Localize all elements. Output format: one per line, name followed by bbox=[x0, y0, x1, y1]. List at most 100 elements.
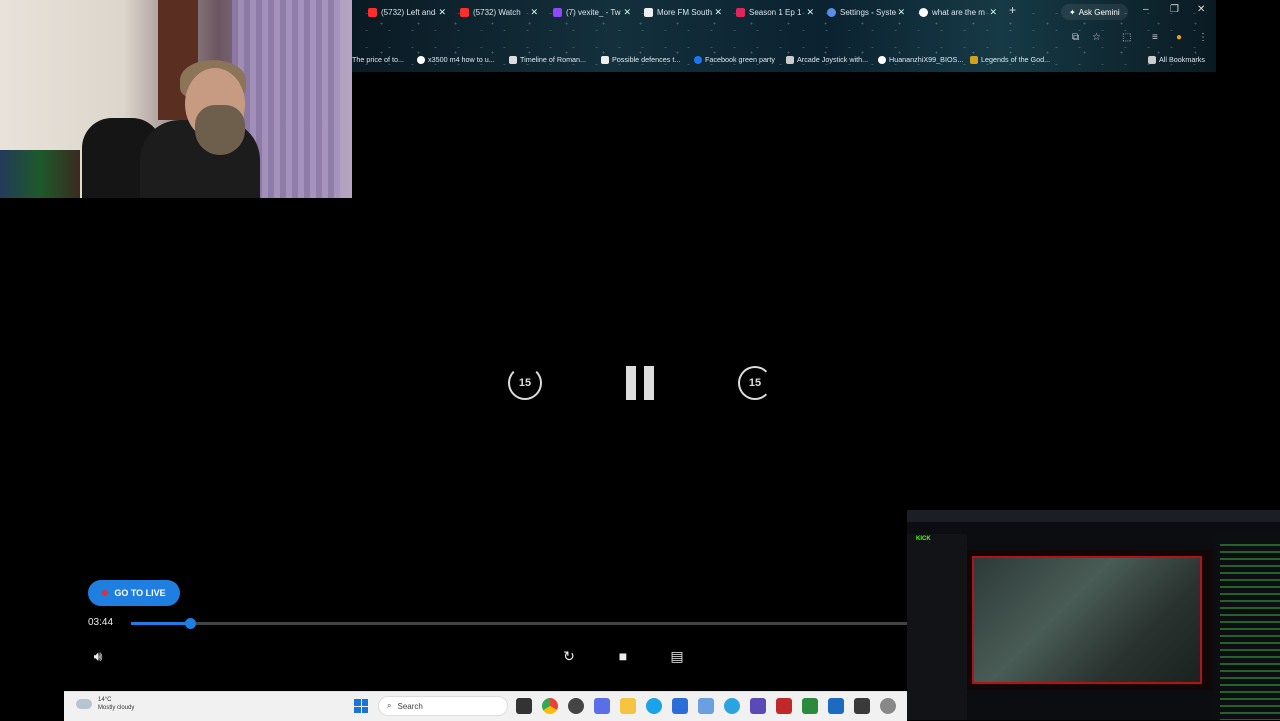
tab-1[interactable]: (5732) Left and ✕ bbox=[368, 4, 446, 20]
play-icon bbox=[736, 7, 745, 17]
extensions-icon[interactable]: ⬚ bbox=[1122, 32, 1131, 43]
replay-icon: ↻ bbox=[563, 647, 575, 664]
task-view-icon[interactable] bbox=[516, 698, 532, 714]
new-tab-button[interactable]: + bbox=[1009, 3, 1016, 17]
youtube-icon bbox=[368, 7, 377, 17]
cl-icon bbox=[601, 55, 609, 64]
subtitles-button[interactable]: ▤ bbox=[667, 647, 687, 665]
seek-bar[interactable] bbox=[131, 618, 907, 629]
bookmark-2[interactable]: x3500 m4 how to u... bbox=[417, 55, 495, 64]
folder-icon bbox=[1148, 55, 1156, 64]
app-icon[interactable] bbox=[568, 698, 584, 714]
volume-button[interactable]: 🔊︎ bbox=[88, 647, 108, 665]
seek-bar-fill bbox=[131, 622, 190, 625]
skip-forward-icon: 15 bbox=[738, 366, 772, 400]
app-icon[interactable] bbox=[698, 698, 714, 714]
app-icon[interactable] bbox=[802, 698, 818, 714]
tab-strip: (5732) Left and ✕ (5732) Watch ✕ (7) vexit… bbox=[352, 0, 1216, 24]
install-app-icon[interactable]: ⧉ bbox=[1072, 32, 1079, 43]
tab-6[interactable]: Settings - Syste ✕ bbox=[827, 4, 905, 20]
joystick-icon bbox=[786, 55, 794, 64]
all-bookmarks[interactable]: All Bookmarks bbox=[1148, 55, 1205, 64]
tab-5[interactable]: Season 1 Ep 1 ✕ bbox=[736, 4, 814, 20]
skip-forward-button[interactable]: 15 bbox=[738, 366, 772, 400]
app-icon[interactable] bbox=[750, 698, 766, 714]
close-tab-icon[interactable]: ✕ bbox=[806, 7, 814, 18]
facebook-icon bbox=[694, 55, 702, 64]
tab-7[interactable]: what are the m ✕ bbox=[919, 4, 997, 20]
github-icon bbox=[878, 55, 886, 64]
tab-4[interactable]: More FM South ✕ bbox=[644, 4, 722, 20]
webcam-clutter bbox=[0, 150, 80, 198]
tab-3[interactable]: (7) vexite_ - Tw ✕ bbox=[553, 4, 631, 20]
telegram-icon[interactable] bbox=[724, 698, 740, 714]
go-to-live-button[interactable]: GO TO LIVE bbox=[88, 580, 180, 606]
address-bar[interactable]: ⧉ ☆ ⬚ ≡ ● ⋮ bbox=[352, 26, 1216, 48]
pause-icon bbox=[626, 366, 654, 400]
close-tab-icon[interactable]: ✕ bbox=[989, 7, 997, 18]
app-icon[interactable] bbox=[776, 698, 792, 714]
pip-site-logo: KICK bbox=[916, 536, 931, 542]
close-tab-icon[interactable]: ✕ bbox=[714, 7, 722, 18]
taskbar-search[interactable]: ⌕ Search bbox=[378, 696, 508, 716]
app-icon[interactable] bbox=[828, 698, 844, 714]
picture-in-picture-window[interactable]: KICK bbox=[907, 510, 1280, 720]
wikipedia-icon bbox=[509, 55, 517, 64]
bookmark-4[interactable]: Possible defences t... bbox=[601, 55, 680, 64]
browser-chrome: (5732) Left and ✕ (5732) Watch ✕ (7) vexit… bbox=[352, 0, 1216, 72]
settings-icon[interactable] bbox=[880, 698, 896, 714]
twitch-icon bbox=[553, 7, 562, 17]
google-icon bbox=[919, 7, 928, 17]
skip-back-icon: 15 bbox=[508, 366, 542, 400]
menu-icon[interactable]: ⋮ bbox=[1198, 32, 1208, 43]
live-dot-icon bbox=[102, 590, 109, 596]
cloud-icon bbox=[76, 699, 92, 709]
camera-button[interactable]: ■ bbox=[613, 647, 633, 665]
bookmark-8[interactable]: Legends of the God... bbox=[970, 55, 1050, 64]
reading-list-icon[interactable]: ≡ bbox=[1152, 32, 1158, 43]
bookmark-star-icon[interactable]: ☆ bbox=[1092, 32, 1101, 43]
chrome-icon[interactable] bbox=[542, 698, 558, 714]
close-tab-icon[interactable]: ✕ bbox=[438, 7, 446, 18]
bookmark-3[interactable]: Timeline of Roman... bbox=[509, 55, 586, 64]
webcam-overlay bbox=[0, 0, 352, 198]
app-icon[interactable] bbox=[594, 698, 610, 714]
bookmarks-bar: The price of to... x3500 m4 how to u... … bbox=[352, 52, 1216, 68]
pip-browser-bar bbox=[907, 510, 1280, 522]
file-explorer-icon[interactable] bbox=[620, 698, 636, 714]
pip-chat-panel bbox=[1215, 534, 1280, 720]
app-icon[interactable] bbox=[854, 698, 870, 714]
tab-2[interactable]: (5732) Watch ✕ bbox=[460, 4, 538, 20]
search-placeholder: Search bbox=[397, 701, 423, 711]
edge-icon[interactable] bbox=[646, 698, 662, 714]
maximize-icon[interactable]: ❐ bbox=[1170, 4, 1179, 15]
pause-button[interactable] bbox=[626, 366, 654, 400]
close-tab-icon[interactable]: ✕ bbox=[530, 7, 538, 18]
replay-button[interactable]: ↻ bbox=[559, 647, 579, 665]
store-icon[interactable] bbox=[672, 698, 688, 714]
profile-avatar-icon[interactable]: ● bbox=[1176, 32, 1182, 43]
weather-widget[interactable]: 14°C Mostly cloudy bbox=[76, 696, 134, 712]
skip-back-button[interactable]: 15 bbox=[508, 366, 542, 400]
radio-icon bbox=[644, 7, 653, 17]
bookmark-1[interactable]: The price of to... bbox=[352, 55, 404, 64]
gear-icon bbox=[827, 7, 836, 17]
search-icon: ⌕ bbox=[387, 701, 392, 710]
seek-handle[interactable] bbox=[184, 618, 196, 629]
pip-game-frame bbox=[972, 556, 1202, 684]
playback-time: 03:44 bbox=[88, 617, 114, 628]
game-icon bbox=[970, 55, 978, 64]
start-button[interactable] bbox=[354, 699, 368, 713]
bookmark-5[interactable]: Facebook green party bbox=[694, 55, 775, 64]
close-window-icon[interactable]: ✕ bbox=[1197, 4, 1205, 15]
close-tab-icon[interactable]: ✕ bbox=[623, 7, 631, 18]
bookmark-6[interactable]: Arcade Joystick with... bbox=[786, 55, 868, 64]
close-tab-icon[interactable]: ✕ bbox=[897, 7, 905, 18]
taskbar: 14°C Mostly cloudy ⌕ Search bbox=[64, 691, 907, 721]
ask-gemini-button[interactable]: ✦ Ask Gemini bbox=[1061, 4, 1128, 20]
bookmark-7[interactable]: HuananzhiX99_BIOS... bbox=[878, 55, 963, 64]
minimize-icon[interactable]: – bbox=[1143, 4, 1149, 15]
temperature: 14°C bbox=[98, 697, 112, 703]
volume-icon: 🔊︎ bbox=[93, 647, 103, 664]
pip-sidebar bbox=[907, 534, 967, 720]
